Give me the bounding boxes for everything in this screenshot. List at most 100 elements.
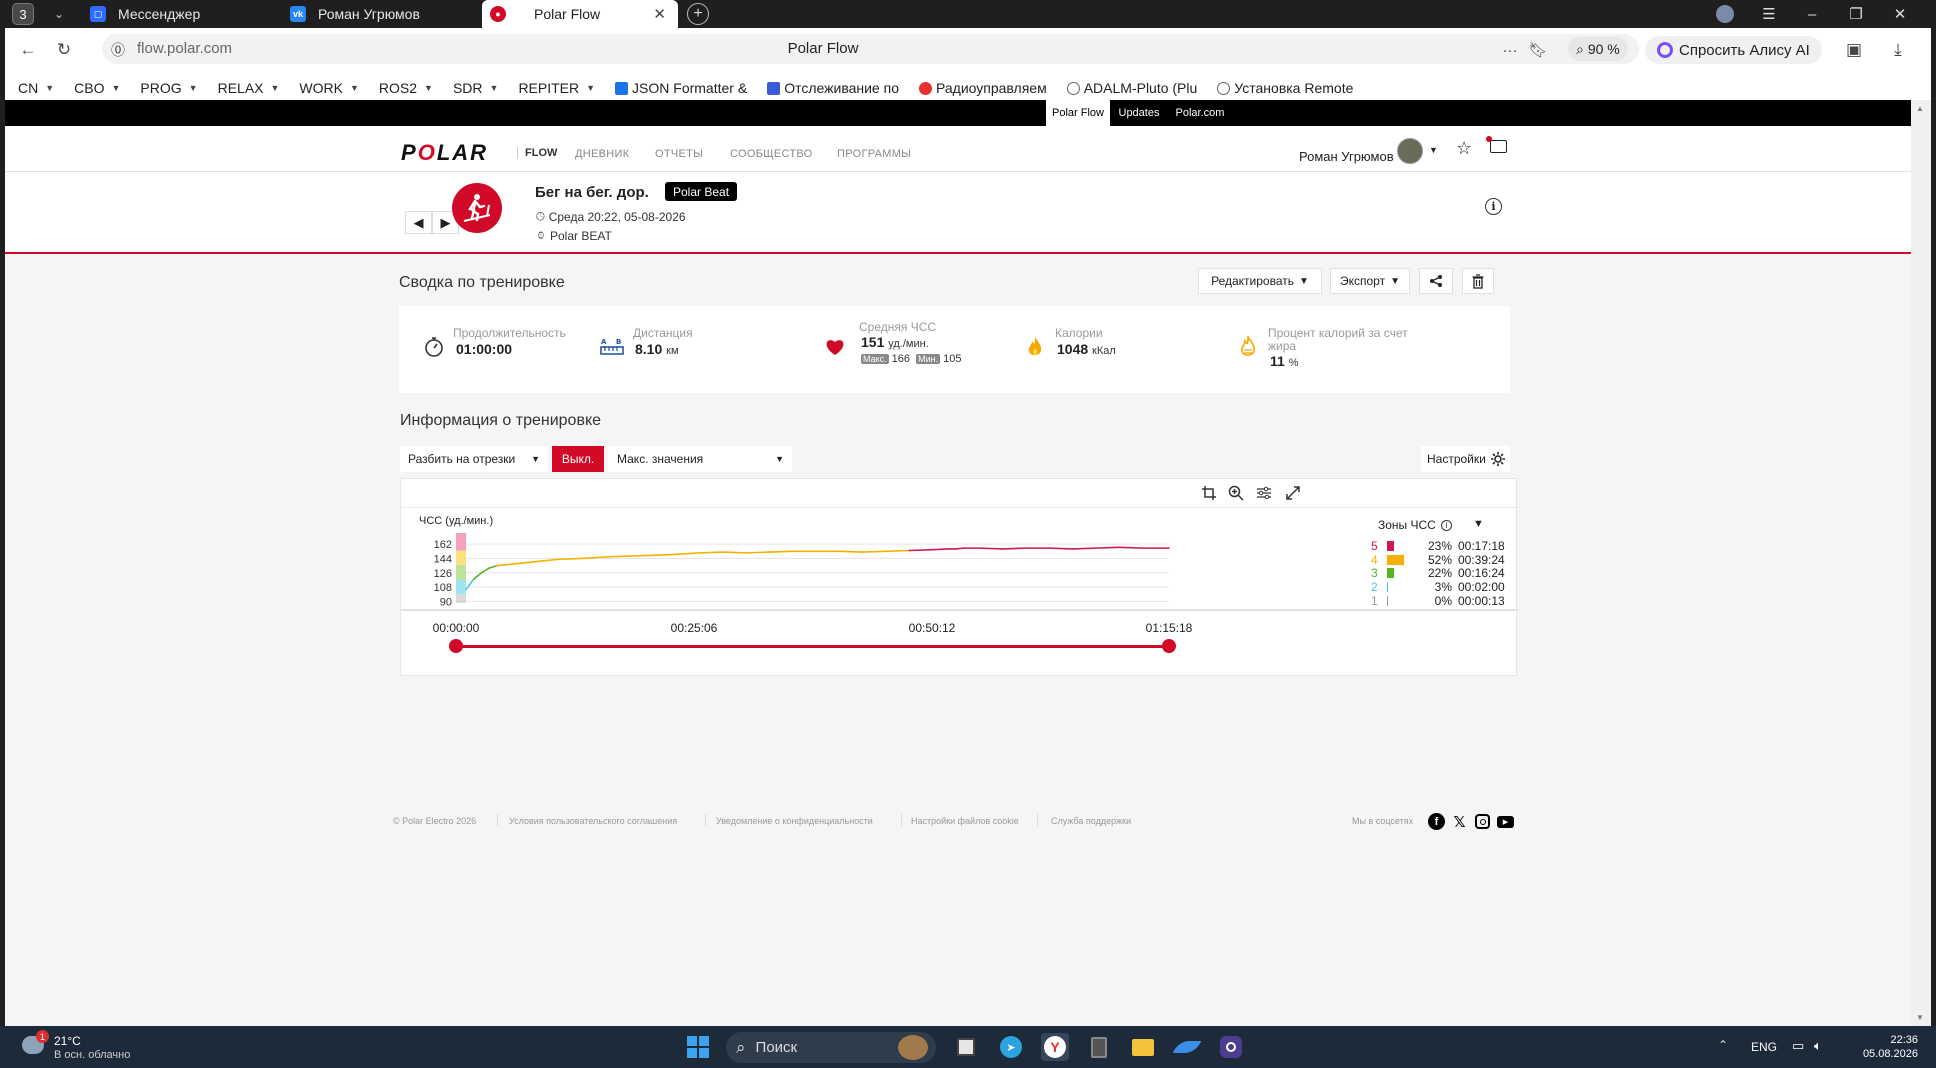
bookmark-folder-relax[interactable]: RELAX ▼ [218,80,280,96]
bookmark-json-formatter[interactable]: JSON Formatter & [615,80,747,96]
ask-alice-button[interactable]: Спросить Алису AI [1645,36,1822,64]
chart-settings-button[interactable]: Настройки [1421,446,1510,472]
restore-icon[interactable]: ❐ [1841,2,1871,26]
bookmark-folder-ros2[interactable]: ROS2 ▼ [379,80,433,96]
new-tab-plus-icon[interactable]: + [687,3,709,25]
minimize-icon[interactable]: – [1797,2,1827,26]
bookmark-adalm-pluto[interactable]: ADALM-Pluto (Plu [1066,80,1197,96]
nav-reports[interactable]: ОТЧЕТЫ [655,148,703,160]
bookmark-folder-cn[interactable]: CN ▼ [18,80,54,96]
split-off-button[interactable]: Выкл. [552,446,604,472]
edit-button[interactable]: Редактировать ▼ [1198,268,1322,294]
profile-avatar-icon[interactable] [1710,2,1740,26]
nav-diary[interactable]: ДНЕВНИК [575,148,629,160]
more-dots-icon[interactable]: ··· [1497,37,1523,63]
download-icon[interactable]: ⤓ [1885,37,1911,63]
task-view-icon[interactable] [952,1033,980,1061]
calories-unit: кКал [1092,345,1116,357]
previous-activity-button[interactable]: ◀ [405,211,432,234]
tab-messenger[interactable]: ▢ Мессенджер [90,0,280,28]
footer-link-privacy[interactable]: Уведомление о конфиденциальности [716,816,873,826]
user-name[interactable]: Роман Угрюмов [1299,149,1394,164]
tab-vk[interactable]: vk Роман Угрюмов [290,0,480,28]
site-footer: © Polar Electro 2026 Условия пользовател… [5,812,1911,831]
calculator-icon[interactable] [1085,1033,1113,1061]
network-icon[interactable]: ▭ [1792,1038,1804,1054]
bookmark-icon[interactable]: 🔖︎ [1525,37,1551,63]
tray-expand-icon[interactable]: ⌃ [1718,1038,1728,1052]
telegram-icon[interactable]: ➤ [997,1033,1025,1061]
bookmark-remote-install[interactable]: Установка Remote [1217,80,1353,96]
x-twitter-icon[interactable]: 𝕏 [1451,813,1468,831]
file-explorer-icon[interactable] [1129,1033,1157,1061]
split-select[interactable]: Разбить на отрезки ▼ [400,446,548,472]
chevron-down-icon[interactable]: ▼ [1473,518,1484,530]
language-indicator[interactable]: ENG [1751,1040,1777,1054]
bookmark-folder-prog[interactable]: PROG ▼ [140,80,197,96]
tab-counter-button[interactable]: 3 [12,3,34,25]
footer-link-support[interactable]: Служба поддержки [1051,816,1131,826]
hr-zones-title[interactable]: Зоны ЧСС i [1378,518,1452,532]
hr-unit: уд./мин. [888,338,929,350]
bookmark-folder-repiter[interactable]: REPITER ▼ [518,80,595,96]
collections-icon[interactable]: ▣ [1841,37,1867,63]
taskbar-search[interactable]: ⌕ Поиск [726,1032,936,1063]
export-button[interactable]: Экспорт ▼ [1330,268,1410,294]
stat-distance: AB Дистанция 8.10 км [600,306,844,393]
bookmark-folder-sdr[interactable]: SDR ▼ [453,80,498,96]
site-navigation: POLAR FLOW ДНЕВНИК ОТЧЕТЫ СООБЩЕСТВО ПРО… [5,126,1911,172]
hr-line-segment [675,552,701,556]
clock-icon: 🕒︎ [536,210,545,223]
footer-link-terms[interactable]: Условия пользовательского соглашения [509,816,677,826]
menu-icon[interactable]: ☰ [1754,2,1784,26]
max-values-select[interactable]: Макс. значения ▼ [608,446,792,472]
tab-label: Мессенджер [118,6,201,22]
facebook-icon[interactable]: f [1428,813,1445,830]
yandex-browser-icon[interactable]: Y [1041,1033,1069,1061]
top-link-polar-flow[interactable]: Polar Flow [1046,100,1110,126]
bookmark-label: JSON Formatter & [632,80,748,96]
tab-polar-flow[interactable]: ● Polar Flow ✕ [482,0,678,28]
info-icon[interactable]: i [1485,198,1502,215]
youtube-icon[interactable]: ▶ [1497,813,1514,830]
range-start-handle[interactable] [449,639,463,653]
chevron-down-icon: ▼ [270,83,280,93]
star-icon[interactable]: ☆ [1456,138,1472,159]
bookmark-radio[interactable]: Радиоуправляем [918,80,1047,96]
time-range-track[interactable] [456,645,1169,648]
app-purple-icon[interactable] [1217,1033,1245,1061]
bookmark-tracking[interactable]: Отслеживание по [767,80,899,96]
delete-button[interactable] [1462,268,1494,294]
chevron-down-icon: ▼ [1390,275,1400,287]
footer-link-cookies[interactable]: Настройки файлов cookie [911,816,1019,826]
bookmark-folder-cbo[interactable]: CBO ▼ [74,80,120,96]
chevron-down-icon[interactable]: ⌄ [48,3,70,25]
flame-icon [1024,336,1046,358]
chevron-down-icon[interactable]: ▼ [1429,145,1438,155]
nav-programs[interactable]: ПРОГРАММЫ [837,148,911,160]
hr-max-value: 166 [891,353,911,365]
page-scrollbar[interactable]: ▲ ▼ [1911,100,1931,1026]
polar-logo[interactable]: POLAR [401,140,488,166]
top-link-polar-com[interactable]: Polar.com [1168,100,1232,126]
avatar[interactable] [1397,138,1423,164]
taskbar-clock[interactable]: 22:36 05.08.2026 [1848,1034,1918,1060]
zoom-indicator[interactable]: ⌕ 90 % [1568,37,1628,61]
windows-start-icon[interactable] [684,1033,712,1061]
notifications-icon[interactable] [1486,136,1507,153]
volume-icon[interactable]: 🔈︎ [1814,1038,1822,1054]
instagram-icon[interactable] [1474,813,1491,830]
hr-line-segment [1001,547,1027,550]
nav-community[interactable]: СООБЩЕСТВО [730,148,813,160]
top-link-updates[interactable]: Updates [1110,100,1168,126]
close-window-icon[interactable]: ✕ [1885,2,1915,26]
bookmark-label: CN [18,80,39,96]
app-blue-wing-icon[interactable] [1172,1033,1202,1061]
scroll-up-icon[interactable]: ▲ [1916,104,1924,113]
hr-line-segment [496,563,514,567]
bookmark-folder-work[interactable]: WORK ▼ [299,80,358,96]
close-tab-icon[interactable]: ✕ [653,5,666,23]
share-button[interactable] [1419,268,1453,294]
range-end-handle[interactable] [1162,639,1176,653]
scroll-down-icon[interactable]: ▼ [1916,1013,1924,1022]
